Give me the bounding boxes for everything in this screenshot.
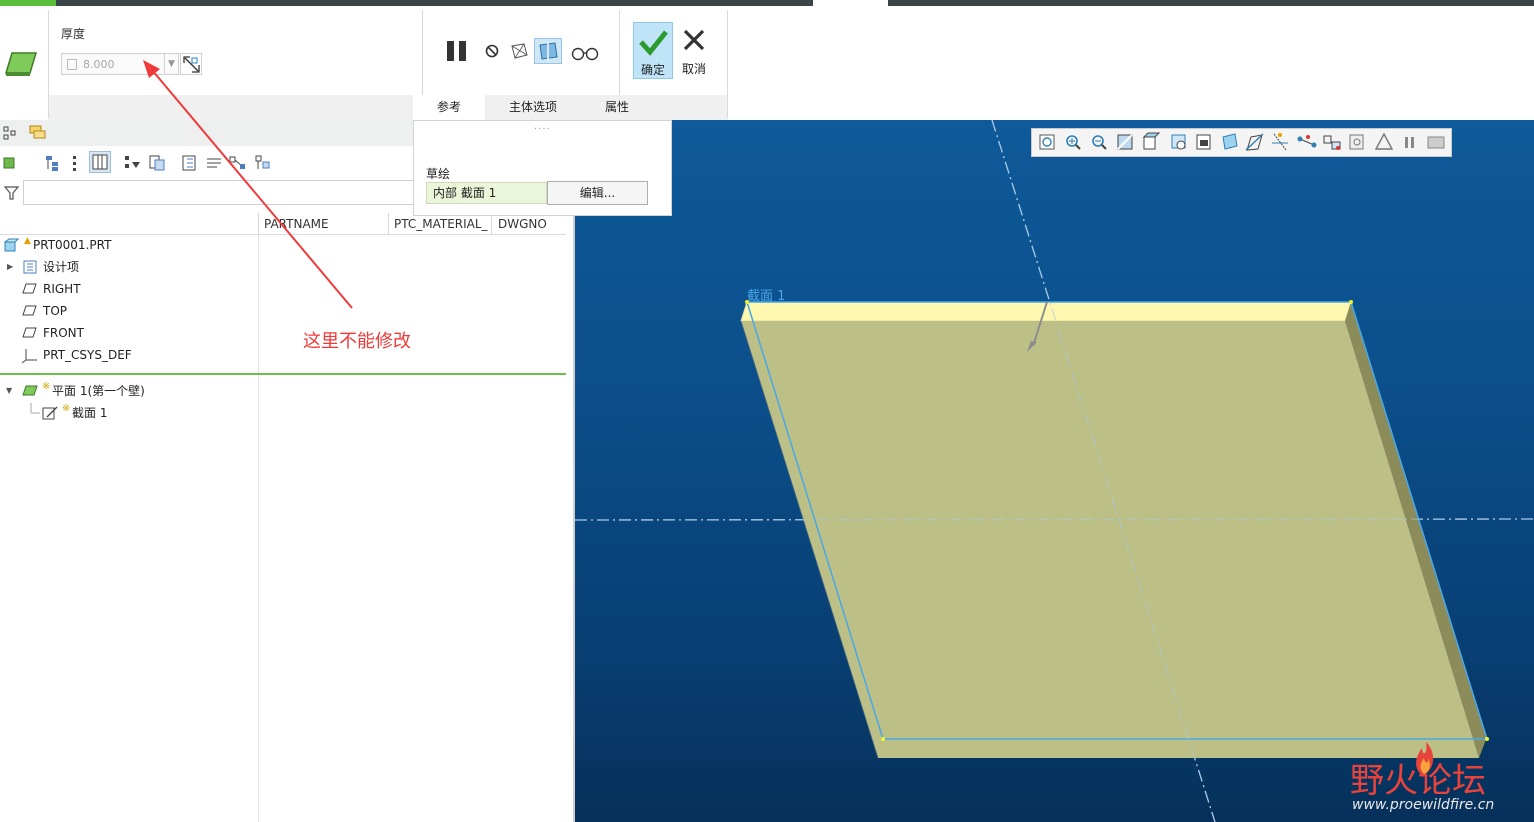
flame-logo-icon (1416, 742, 1434, 776)
edit-sketch-button[interactable]: 编辑... (547, 181, 648, 205)
dashboard-separator (619, 10, 620, 95)
view-toolbar-icons (1039, 132, 1445, 151)
panel-grip[interactable]: .... (534, 121, 551, 132)
datum-plane-icon (22, 327, 37, 338)
thickness-label: 厚度 (61, 27, 86, 41)
point-display-icon (1297, 135, 1317, 148)
sketch-label: 草绘 (426, 167, 451, 181)
checkmark-icon (639, 30, 668, 56)
tree-item-label: PRT_CSYS_DEF (43, 348, 132, 362)
tree-item-label: 截面 1 (72, 406, 108, 420)
wireframe-preview-icon (511, 43, 528, 59)
tree-expand-icon[interactable] (42, 154, 62, 172)
zoom-in-icon (1066, 135, 1081, 150)
csys-icon (21, 349, 37, 364)
annotation-text: 这里不能修改 (303, 331, 411, 352)
pause-regen-icon (1405, 137, 1414, 148)
column-header-material[interactable]: PTC_MATERIAL_ (394, 213, 488, 235)
show-icon[interactable] (2, 155, 18, 171)
ok-label: 确定 (640, 63, 665, 77)
layers-icon[interactable] (28, 124, 48, 142)
saved-orientations-icon (1171, 134, 1186, 150)
expand-arrow-icon[interactable]: ▶ (7, 256, 13, 278)
datum-plane-icon (22, 305, 37, 316)
pause-button[interactable] (445, 38, 469, 64)
tree-item-label: RIGHT (43, 282, 81, 296)
watermark-url: www.proewildfire.cn (1352, 797, 1495, 813)
zoom-out-icon (1092, 135, 1107, 150)
references-panel: .... 草绘 内部 截面 1 编辑... (413, 120, 672, 216)
tree-item-planar-wall[interactable]: ▼ ※ 平面 1(第一个壁) (0, 380, 258, 402)
datum-display-icon (1245, 133, 1264, 151)
annotation-arrow (143, 60, 353, 309)
view-toolbar (1031, 128, 1452, 157)
tree-item-section[interactable]: ※ 截面 1 (0, 402, 258, 424)
refit-icon (1039, 134, 1055, 150)
no-preview-button[interactable] (484, 43, 500, 59)
repaint-icon (1117, 134, 1133, 150)
model-graphics: 截面 1 (575, 120, 1534, 822)
pause-icon (447, 41, 466, 61)
section-label: 截面 1 (747, 289, 785, 304)
dashboard-separator (422, 10, 423, 95)
model-tree-icon[interactable] (2, 125, 18, 141)
column-header-dwgno[interactable]: DWGNO (498, 213, 547, 235)
tree-item-csys[interactable]: PRT_CSYS_DEF (0, 344, 258, 366)
tree-collapse-icon[interactable] (68, 154, 84, 172)
column-divider (258, 235, 259, 822)
feature-preview-toggle[interactable] (534, 38, 562, 64)
model-display-icon (1427, 136, 1445, 149)
annotation-display-icon (1349, 134, 1364, 150)
feature-preview-icon (539, 42, 558, 60)
tree-item-front[interactable]: FRONT (0, 322, 258, 344)
column-separator (491, 213, 492, 235)
geometry-preview-button[interactable] (508, 40, 530, 62)
part-icon (3, 238, 19, 252)
tree-item-label: TOP (43, 304, 68, 318)
new-feature-icon: ※ (62, 403, 71, 414)
new-feature-icon: ※ (42, 381, 51, 392)
tab-body-options[interactable]: 主体选项 (485, 95, 581, 120)
spin-center-icon (1374, 132, 1394, 150)
planar-wall-icon (22, 385, 38, 396)
graphics-viewport[interactable]: 截面 1 (575, 120, 1534, 822)
datum-plane-icon (22, 283, 37, 294)
design-items-icon (23, 260, 37, 274)
no-preview-icon (485, 44, 499, 58)
dimension-icon (67, 59, 77, 70)
display-style-icon (1142, 132, 1161, 150)
planar-wall-feature-icon (4, 47, 38, 77)
tree-item-label: 设计项 (43, 260, 80, 274)
cancel-label: 取消 (681, 62, 706, 76)
csys-display-icon (1323, 135, 1341, 150)
glasses-icon (571, 47, 599, 61)
dashboard-separator (48, 10, 49, 118)
verify-button[interactable] (570, 44, 600, 62)
dashboard-separator (727, 10, 728, 118)
sketch-icon (42, 406, 58, 420)
tab-properties[interactable]: 属性 (583, 95, 651, 120)
tree-item-label: FRONT (43, 326, 84, 340)
view-manager-icon (1196, 134, 1211, 150)
collapse-arrow-icon[interactable]: ▼ (6, 380, 12, 402)
close-icon (683, 29, 705, 51)
tab-references[interactable]: 参考 (413, 95, 485, 120)
window-top-strip-right (888, 0, 1534, 6)
ok-button[interactable]: 确定 (633, 22, 673, 79)
warning-icon: ▲ (24, 236, 31, 246)
sketch-collector[interactable]: 内部 截面 1 (426, 182, 547, 204)
tree-columns-icon (92, 154, 108, 170)
insert-indicator[interactable] (0, 373, 566, 375)
thickness-value: 8.000 (83, 58, 115, 71)
tree-item-label: PRT0001.PRT (33, 238, 112, 252)
perspective-icon (1222, 133, 1238, 150)
cancel-button[interactable]: 取消 (676, 22, 712, 79)
axis-display-icon (1272, 133, 1288, 151)
filter-icon[interactable] (3, 184, 21, 202)
tree-columns-toggle[interactable] (89, 151, 111, 173)
